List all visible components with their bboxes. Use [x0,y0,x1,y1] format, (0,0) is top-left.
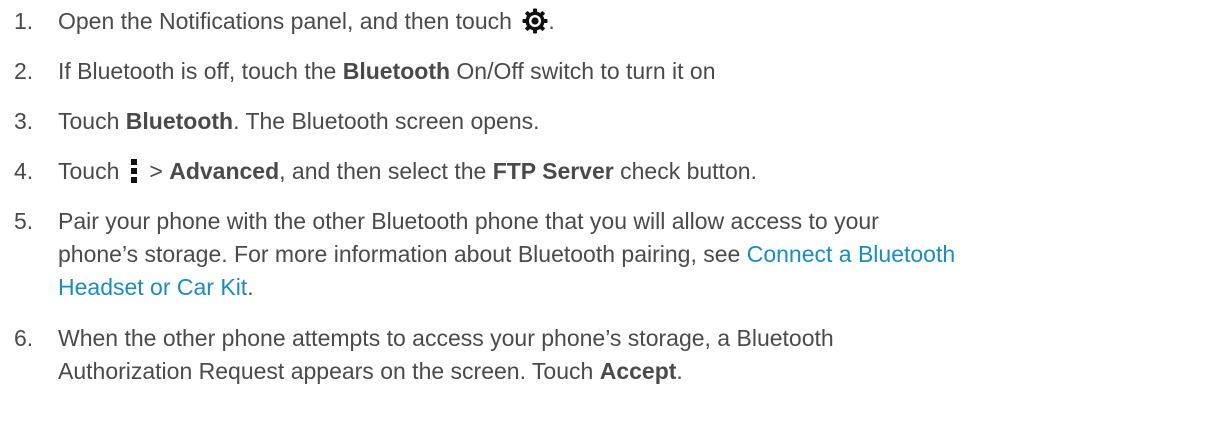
step-text: If Bluetooth is off, touch the Bluetooth… [58,55,1198,88]
step-text: Pair your phone with the other Bluetooth… [58,205,1198,304]
connect-bluetooth-headset-link-continued[interactable]: Headset or Car Kit [58,274,247,300]
step-text: Touch Bluetooth. The Bluetooth screen op… [58,105,1198,138]
step-text-part: > [149,158,170,184]
step-text-part: Touch [58,108,126,134]
step-text-part: Touch [58,158,120,184]
step-number: 6. [14,325,34,351]
step-text-line-3: Headset or Car Kit. [58,271,1198,304]
step-text-part: Open the Notifications panel, and then t… [58,8,519,34]
step-text-line-1: When the other phone attempts to access … [58,325,834,351]
step-text-line-2: phone’s storage. For more information ab… [58,238,1198,271]
step-number: 2. [14,58,34,84]
step-text-part: On/Off switch to turn it on [450,58,716,84]
advanced-option-label: Advanced [169,158,280,184]
step-text-part: . The Bluetooth screen opens. [233,108,540,134]
connect-bluetooth-headset-link[interactable]: Connect a Bluetooth [747,241,955,267]
step-text: Open the Notifications panel, and then t… [58,5,1198,38]
menu-icon [131,159,138,183]
step-text-part: Authorization Request appears on the scr… [58,358,600,384]
step-number: 5. [14,208,34,234]
step-number: 1. [14,8,34,34]
gear-icon [522,8,548,34]
step-text-part: . [548,8,555,34]
step-text-part: If Bluetooth is off, touch the [58,58,343,84]
accept-option-label: Accept [599,358,677,384]
step-text: When the other phone attempts to access … [58,322,1198,388]
step-text-part: , and then select the [279,158,493,184]
step-text-part: check button. [613,158,757,184]
bluetooth-menu-label: Bluetooth [125,108,234,134]
step-text: Touch > Advanced, and then select the FT… [58,155,1198,188]
step-number: 4. [14,158,34,184]
ftp-server-option-label: FTP Server [492,158,614,184]
step-text-line-2: Authorization Request appears on the scr… [58,355,1198,388]
step-text-part: . [676,358,683,384]
step-text-part: . [247,274,254,300]
step-text-line-1: Pair your phone with the other Bluetooth… [58,208,879,234]
step-text-part: phone’s storage. For more information ab… [58,241,747,267]
bluetooth-setting-label: Bluetooth [342,58,451,84]
step-number: 3. [14,108,34,134]
